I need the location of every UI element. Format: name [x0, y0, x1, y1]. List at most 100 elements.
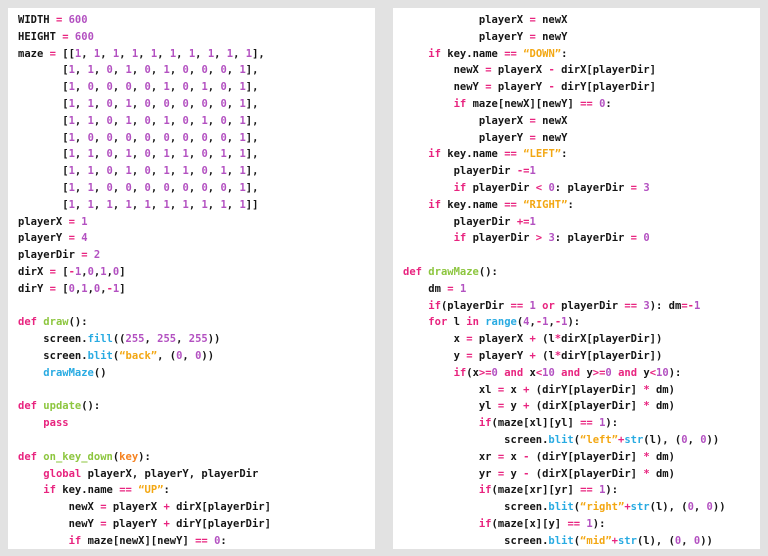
code-token: ],: [246, 81, 259, 93]
code-column-left: WIDTH = 600HEIGHT = 600maze = [[1, 1, 1,…: [8, 8, 375, 549]
code-token: :: [163, 484, 169, 496]
code-token: ):: [138, 451, 151, 463]
code-token: ,: [138, 48, 151, 60]
code-token: 1: [694, 300, 700, 312]
code-token: playerY: [18, 232, 62, 244]
code-token: 1: [529, 216, 535, 228]
code-token: ,: [94, 182, 107, 194]
code-token: ,: [208, 64, 221, 76]
code-line: newY = playerY - dirY[playerDir]: [403, 79, 760, 96]
code-token: key: [447, 48, 466, 60]
code-token: playerDir: [567, 232, 624, 244]
code-token: [403, 501, 504, 513]
code-token: playerX: [479, 115, 523, 127]
code-token: [: [18, 165, 69, 177]
code-token: [403, 14, 479, 26]
code-token: draw: [43, 316, 68, 328]
code-token: global: [43, 468, 81, 480]
code-line: yr = y - (dirX[playerDir] * dm): [403, 466, 760, 483]
code-token: WIDTH: [18, 14, 50, 26]
right-code-panel: playerX = newX playerY = newY if key.nam…: [393, 8, 760, 549]
code-token: [403, 417, 479, 429]
code-token: dirX: [561, 333, 586, 345]
left-code-panel: WIDTH = 600HEIGHT = 600maze = [[1, 1, 1,…: [8, 8, 375, 549]
code-token: ,: [170, 132, 183, 144]
code-token: ==: [511, 300, 524, 312]
code-token: ]: [650, 81, 656, 93]
code-token: xl: [529, 417, 542, 429]
code-token: newX: [504, 98, 529, 110]
code-token: str: [624, 434, 643, 446]
code-token: dirX: [561, 64, 586, 76]
code-token: key: [119, 451, 138, 463]
code-line: [1, 0, 0, 0, 0, 0, 0, 0, 0, 1],: [18, 130, 375, 147]
code-token: newY: [542, 31, 567, 43]
code-token: playerDir: [208, 518, 265, 530]
code-token: ,: [94, 148, 107, 160]
code-line: if(maze[xr][yr] == 1):: [403, 482, 760, 499]
code-token: name: [473, 48, 498, 60]
code-token: ), (: [656, 434, 681, 446]
code-token: ,: [132, 64, 145, 76]
code-token: ]]: [246, 199, 259, 211]
code-token: [403, 283, 428, 295]
code-token: [403, 451, 479, 463]
code-token: ,: [227, 115, 240, 127]
code-listing-page: { "page": { "background": "#e2e2e2", "pa…: [0, 0, 768, 556]
code-line: [1, 1, 0, 1, 0, 1, 0, 1, 0, 1],: [18, 113, 375, 130]
code-token: ==: [567, 518, 580, 530]
code-token: ]: [567, 417, 580, 429]
code-token: [403, 64, 454, 76]
code-token: if: [454, 182, 467, 194]
code-line: playerX = 1: [18, 214, 375, 231]
code-line: [403, 247, 760, 264]
code-line: y = playerY + (l*dirY[playerDir]): [403, 348, 760, 365]
code-token: ]: [631, 400, 644, 412]
code-token: pass: [43, 417, 68, 429]
code-token: 1: [460, 283, 466, 295]
code-token: [: [18, 182, 69, 194]
code-token: newX: [454, 64, 479, 76]
code-token: ,: [113, 64, 126, 76]
code-token: 3: [643, 182, 649, 194]
code-token: ,: [208, 115, 221, 127]
code-line: [18, 432, 375, 449]
code-token: ]): [650, 333, 663, 345]
code-token: and: [504, 367, 523, 379]
code-token: ,: [132, 81, 145, 93]
code-token: ): [669, 400, 675, 412]
code-line: if maze[newX][newY] == 0:: [403, 96, 760, 113]
code-token: ,: [94, 64, 107, 76]
code-line: [1, 1, 0, 1, 0, 1, 0, 0, 0, 1],: [18, 62, 375, 79]
code-token: maze: [498, 518, 523, 530]
code-token: ,: [151, 148, 164, 160]
code-token: ][: [144, 535, 157, 547]
code-token: xl: [479, 384, 492, 396]
code-token: [403, 81, 454, 93]
code-token: [18, 535, 69, 547]
code-token: dirY: [542, 451, 567, 463]
code-token: screen: [43, 350, 81, 362]
code-token: [403, 182, 454, 194]
code-token: if: [454, 367, 467, 379]
code-token: key: [447, 148, 466, 160]
code-token: ][: [542, 484, 555, 496]
code-line: yl = y + (dirX[playerDir] * dm): [403, 398, 760, 415]
code-token: ,: [75, 182, 88, 194]
code-token: ,: [227, 64, 240, 76]
code-token: dirY: [561, 350, 586, 362]
code-token: [403, 216, 454, 228]
code-token: ,: [94, 165, 107, 177]
code-token: ]: [631, 468, 644, 480]
code-token: >=: [593, 367, 606, 379]
code-token: ():: [81, 400, 100, 412]
code-token: ,: [151, 81, 164, 93]
code-token: 255: [126, 333, 145, 345]
code-token: [403, 468, 479, 480]
code-token: HEIGHT: [18, 31, 56, 43]
code-token: 0: [643, 232, 649, 244]
code-token: ,: [132, 199, 145, 211]
code-token: ,: [208, 182, 221, 194]
code-token: ],: [246, 132, 259, 144]
code-token: playerDir: [473, 182, 530, 194]
